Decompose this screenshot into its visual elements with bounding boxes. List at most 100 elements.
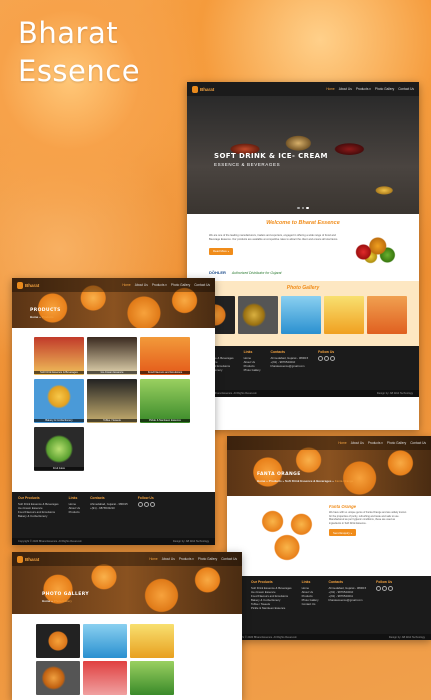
- footer-contact-title: Contacts: [90, 496, 105, 500]
- footer-link[interactable]: Products: [69, 510, 81, 514]
- product-card[interactable]: Fruit Juice: [34, 427, 84, 471]
- crumb-products[interactable]: Products: [269, 479, 282, 483]
- footer-products-title: Our Products: [251, 580, 273, 584]
- footer-link[interactable]: Contact Us: [302, 602, 319, 606]
- read-more-button[interactable]: Read More »: [209, 247, 234, 255]
- logo-text: Bharat: [25, 282, 40, 288]
- top-nav: Bharat Home About Us Products ▾ Photo Galle…: [12, 552, 242, 566]
- product-detail: Fanta Orange We have with us unique genr…: [227, 496, 431, 576]
- logo-icon: [17, 555, 23, 563]
- footer-links-title: Links: [243, 350, 253, 354]
- nav-about[interactable]: About Us: [351, 441, 364, 445]
- footer-contact-title: Contacts: [328, 580, 344, 584]
- product-name: Food Flavours and Emulsions: [140, 371, 190, 374]
- send-enquiry-button[interactable]: Send Enquiry »: [329, 529, 357, 537]
- logo-icon: [17, 281, 23, 289]
- gallery-thumb[interactable]: [324, 296, 364, 334]
- copyright-bar: Copyright © 2020 Bharat Essence. All Rig…: [187, 390, 419, 397]
- fruit-image: [349, 234, 397, 264]
- nav-home[interactable]: Home: [149, 557, 158, 561]
- logo-text: Bharat: [200, 86, 215, 92]
- footer-product-link[interactable]: Bakery & Confectionery: [18, 514, 59, 518]
- footer-link[interactable]: Photo Gallery: [244, 368, 261, 372]
- product-name: Ice-Cream Essence: [87, 371, 137, 374]
- footer: Our Products Soft Drink Essence & Beverag…: [12, 492, 215, 538]
- gallery-photo[interactable]: [130, 624, 174, 658]
- footer-product-link[interactable]: Pickle & Namkeen Essence: [251, 606, 292, 610]
- instagram-icon[interactable]: [330, 356, 336, 361]
- copyright-bar: Copyright © 2020 Bharat Essence. All Rig…: [227, 634, 431, 640]
- nav-contact[interactable]: Contact Us: [410, 441, 426, 445]
- product-card[interactable]: Food Flavours and Emulsions: [140, 337, 190, 375]
- design-credit[interactable]: Design by: AB Web Technology: [377, 392, 413, 395]
- facebook-icon[interactable]: [137, 502, 143, 507]
- gallery-thumb[interactable]: [281, 296, 321, 334]
- instagram-icon[interactable]: [149, 502, 155, 507]
- crumb-home[interactable]: Home: [257, 479, 265, 483]
- nav-gallery[interactable]: Photo Gallery: [375, 87, 394, 91]
- footer-email[interactable]: bharatessence@gmail.com: [329, 598, 367, 602]
- product-card[interactable]: Bakery & Confectionery: [34, 379, 84, 423]
- gallery-photo[interactable]: [36, 661, 80, 695]
- instagram-icon[interactable]: [388, 586, 394, 591]
- hero-slider: SOFT DRINK & ICE- CREAM ESSENCE & BEVERA…: [187, 96, 419, 214]
- product-grid: Soft Drink Essence & Beverages Ice-Cream…: [12, 328, 215, 480]
- product-card[interactable]: Ice-Cream Essence: [87, 337, 137, 375]
- nav-about[interactable]: About Us: [135, 283, 148, 287]
- twitter-icon[interactable]: [143, 502, 149, 507]
- nav-products[interactable]: Products ▾: [179, 557, 194, 561]
- nav-products[interactable]: Products ▾: [152, 283, 167, 287]
- nav-gallery[interactable]: Photo Gallery: [198, 557, 217, 561]
- product-description: We have with us unique genre of Fanta Or…: [329, 511, 407, 525]
- design-credit[interactable]: Design by: AB Web Technology: [173, 540, 209, 543]
- nav-gallery[interactable]: Photo Gallery: [171, 283, 190, 287]
- product-name: Bakery & Confectionery: [34, 419, 84, 422]
- product-card[interactable]: Soft Drink Essence & Beverages: [34, 337, 84, 375]
- headline-line2: Essence: [18, 54, 141, 88]
- product-card[interactable]: Toffee / Sweets: [87, 379, 137, 423]
- gallery-photo[interactable]: [36, 624, 80, 658]
- twitter-icon[interactable]: [382, 586, 388, 591]
- gallery-photo[interactable]: [83, 624, 127, 658]
- nav-home[interactable]: Home: [326, 87, 335, 91]
- nav-products[interactable]: Products ▾: [356, 87, 371, 91]
- product-card[interactable]: Pickle & Namkeen Essence: [140, 379, 190, 423]
- nav-home[interactable]: Home: [122, 283, 131, 287]
- nav-about[interactable]: About Us: [162, 557, 175, 561]
- gallery-photo[interactable]: [130, 661, 174, 695]
- slider-dots[interactable]: [187, 205, 419, 210]
- welcome-title: Welcome to Bharat Essence: [266, 220, 340, 226]
- facebook-icon[interactable]: [376, 586, 382, 591]
- crumb-current: Products: [41, 315, 54, 319]
- copyright-text: Copyright © 2020 Bharat Essence. All Rig…: [233, 636, 298, 639]
- nav-gallery[interactable]: Photo Gallery: [387, 441, 406, 445]
- page-title: PRODUCTS: [30, 308, 61, 313]
- logo[interactable]: Bharat: [192, 85, 215, 93]
- gallery-thumb[interactable]: [238, 296, 278, 334]
- crumb-category[interactable]: Soft Drink Essence & Beverages: [285, 479, 331, 483]
- product-name: Soft Drink Essence & Beverages: [34, 371, 84, 374]
- product-image: [251, 504, 323, 562]
- gallery-thumb[interactable]: [367, 296, 407, 334]
- product-name: Toffee / Sweets: [87, 419, 137, 422]
- nav-contact[interactable]: Contact Us: [194, 283, 210, 287]
- nav-contact[interactable]: Contact Us: [221, 557, 237, 561]
- design-credit[interactable]: Design by: AB Web Technology: [389, 636, 425, 639]
- crumb-home[interactable]: Home: [30, 315, 38, 319]
- gallery-preview: Photo Gallery: [187, 281, 419, 346]
- twitter-icon[interactable]: [324, 356, 330, 361]
- nav-home[interactable]: Home: [338, 441, 347, 445]
- logo[interactable]: Bharat: [17, 281, 40, 289]
- logo[interactable]: Bharat: [17, 555, 39, 563]
- gallery-photo[interactable]: [83, 661, 127, 695]
- nav-contact[interactable]: Contact Us: [398, 87, 414, 91]
- products-banner: Bharat Home About Us Products ▾ Photo Galle…: [12, 278, 215, 328]
- crumb-home[interactable]: Home: [42, 599, 50, 603]
- footer-products-title: Our Products: [18, 496, 40, 500]
- page-title: PHOTO GALLERY: [42, 592, 90, 597]
- nav-about[interactable]: About Us: [339, 87, 352, 91]
- footer-email[interactable]: bharatessence@gmail.com: [271, 364, 309, 368]
- dohler-logo: DÖHLER: [209, 270, 226, 275]
- nav-products[interactable]: Products ▾: [368, 441, 383, 445]
- facebook-icon[interactable]: [318, 356, 324, 361]
